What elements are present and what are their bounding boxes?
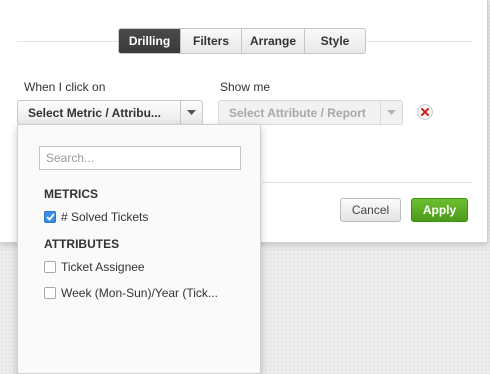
metric-dropdown-panel: METRICS # Solved Tickets ATTRIBUTES Tick… <box>17 124 261 374</box>
tab-arrange[interactable]: Arrange <box>241 29 304 53</box>
list-item[interactable]: Ticket Assignee <box>44 260 145 274</box>
chevron-down-icon <box>380 101 402 124</box>
attribute-item-label: Week (Mon-Sun)/Year (Tick... <box>61 286 218 300</box>
checkbox-checked-icon[interactable] <box>44 211 56 223</box>
attribute-select-value: Select Attribute / Report <box>229 105 366 120</box>
show-me-label: Show me <box>220 80 271 94</box>
attributes-heading: ATTRIBUTES <box>44 237 120 251</box>
metric-select-value: Select Metric / Attribu... <box>28 105 161 120</box>
remove-icon[interactable] <box>417 104 433 120</box>
cancel-button[interactable]: Cancel <box>340 198 401 222</box>
apply-button[interactable]: Apply <box>411 198 468 222</box>
when-click-label: When I click on <box>24 80 106 94</box>
metric-item-label: # Solved Tickets <box>61 210 149 224</box>
attribute-select[interactable]: Select Attribute / Report <box>218 100 403 125</box>
tab-drilling[interactable]: Drilling <box>119 29 180 53</box>
checkbox-icon[interactable] <box>44 287 56 299</box>
tab-style[interactable]: Style <box>304 29 365 53</box>
list-item[interactable]: # Solved Tickets <box>44 210 148 224</box>
search-input[interactable] <box>39 146 241 170</box>
footer-divider <box>262 182 472 183</box>
attribute-item-label: Ticket Assignee <box>61 260 145 274</box>
list-item[interactable]: Week (Mon-Sun)/Year (Tick... <box>44 286 218 300</box>
checkbox-icon[interactable] <box>44 261 56 273</box>
tab-filters[interactable]: Filters <box>180 29 241 53</box>
tab-bar: Drilling Filters Arrange Style <box>118 28 366 54</box>
metric-select[interactable]: Select Metric / Attribu... <box>17 100 203 125</box>
metrics-heading: METRICS <box>44 187 98 201</box>
chevron-down-icon <box>180 101 202 124</box>
